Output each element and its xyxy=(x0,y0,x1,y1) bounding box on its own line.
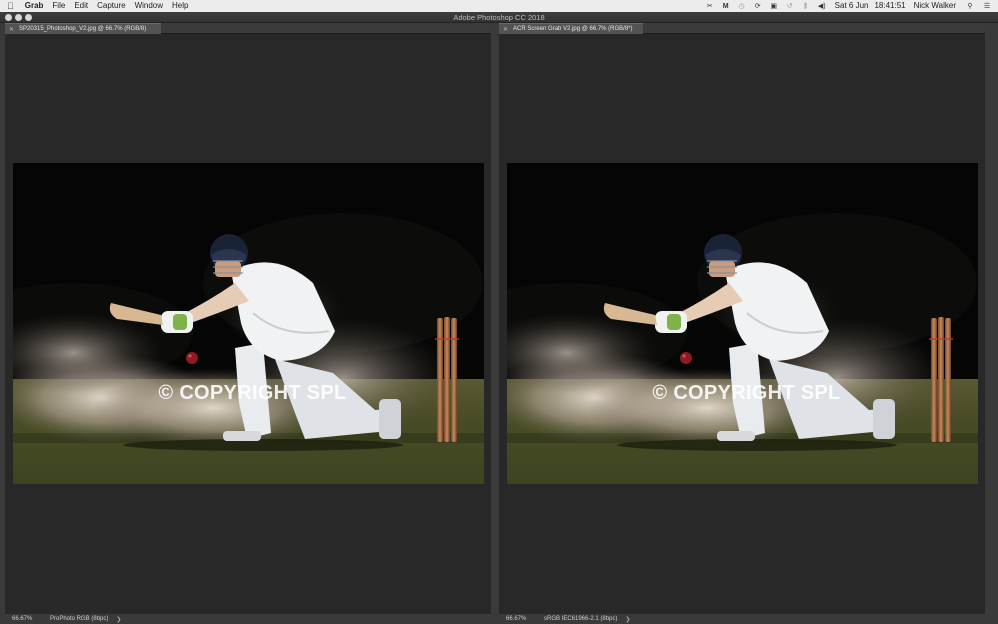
menu-file[interactable]: File xyxy=(52,0,65,12)
clock-icon[interactable]: ◷ xyxy=(737,2,747,10)
copyright-watermark: © COPYRIGHT SPL xyxy=(158,382,347,404)
zoom-level[interactable]: 66.67% xyxy=(12,616,46,622)
document-canvas[interactable]: © COPYRIGHT SPL xyxy=(5,34,491,613)
pane-splitter[interactable] xyxy=(491,23,499,624)
document-tab-left[interactable]: ✕ SP20315_Photoshop_V2.jpg @ 66.7% (RGB/… xyxy=(5,23,161,34)
document-tab-title: ACR Screen Grab V2.jpg @ 66.7% (RGB/8*) xyxy=(513,26,633,32)
zoom-level[interactable]: 66.67% xyxy=(506,616,540,622)
document-tab-title: SP20315_Photoshop_V2.jpg @ 66.7% (RGB/8) xyxy=(19,26,147,32)
malwarebytes-icon[interactable]: M xyxy=(721,2,731,10)
time-machine-icon[interactable]: ↺ xyxy=(785,2,795,10)
menubar-date[interactable]: Sat 6 Jun xyxy=(835,0,869,12)
menu-capture[interactable]: Capture xyxy=(97,0,125,12)
scissors-icon[interactable]: ✂ xyxy=(705,2,715,10)
macos-menu-bar:  Grab File Edit Capture Window Help ✂ M… xyxy=(0,0,998,12)
menu-edit[interactable]: Edit xyxy=(74,0,88,12)
chevron-right-icon[interactable]: ❯ xyxy=(625,616,630,623)
menu-help[interactable]: Help xyxy=(172,0,188,12)
cricket-photo: © COPYRIGHT SPL xyxy=(13,163,484,484)
camera-icon[interactable]: ▣ xyxy=(769,2,779,10)
copyright-watermark: © COPYRIGHT SPL xyxy=(652,382,841,404)
menu-grab[interactable]: Grab xyxy=(25,0,44,12)
menu-window[interactable]: Window xyxy=(135,0,163,12)
close-tab-icon[interactable]: ✕ xyxy=(503,26,508,33)
chevron-right-icon[interactable]: ❯ xyxy=(116,616,121,623)
app-title-bar: Adobe Photoshop CC 2018 xyxy=(0,12,998,23)
volume-icon[interactable]: ◀) xyxy=(817,2,827,10)
spotlight-search-icon[interactable]: ⚲ xyxy=(965,2,975,10)
document-pane-left: ✕ SP20315_Photoshop_V2.jpg @ 66.7% (RGB/… xyxy=(5,23,491,624)
document-pane-right: ✕ ACR Screen Grab V2.jpg @ 66.7% (RGB/8*… xyxy=(499,23,985,624)
document-status-bar: 66.67% ProPhoto RGB (8bpc) ❯ xyxy=(5,613,491,624)
bluetooth-icon[interactable]: ᛒ xyxy=(801,2,811,10)
document-canvas[interactable]: © COPYRIGHT SPL xyxy=(499,34,985,613)
apple-menu-icon[interactable]:  xyxy=(7,0,14,12)
color-profile: ProPhoto RGB (8bpc) xyxy=(50,616,109,622)
document-tab-right[interactable]: ✕ ACR Screen Grab V2.jpg @ 66.7% (RGB/8*… xyxy=(499,23,643,34)
app-title: Adobe Photoshop CC 2018 xyxy=(453,13,545,22)
workspace-gutter xyxy=(985,23,998,624)
sync-icon[interactable]: ⟳ xyxy=(753,2,763,10)
notification-center-icon[interactable]: ☰ xyxy=(982,2,992,10)
document-status-bar: 66.67% sRGB IEC61966-2.1 (8bpc) ❯ xyxy=(499,613,985,624)
menubar-time[interactable]: 18:41:51 xyxy=(874,0,905,12)
menubar-user[interactable]: Nick Walker xyxy=(914,0,956,12)
cricket-photo: © COPYRIGHT SPL xyxy=(507,163,978,484)
close-tab-icon[interactable]: ✕ xyxy=(9,26,14,33)
cricket-photo-image xyxy=(13,163,484,484)
color-profile: sRGB IEC61966-2.1 (8bpc) xyxy=(544,616,618,622)
cricket-photo-image xyxy=(507,163,978,484)
